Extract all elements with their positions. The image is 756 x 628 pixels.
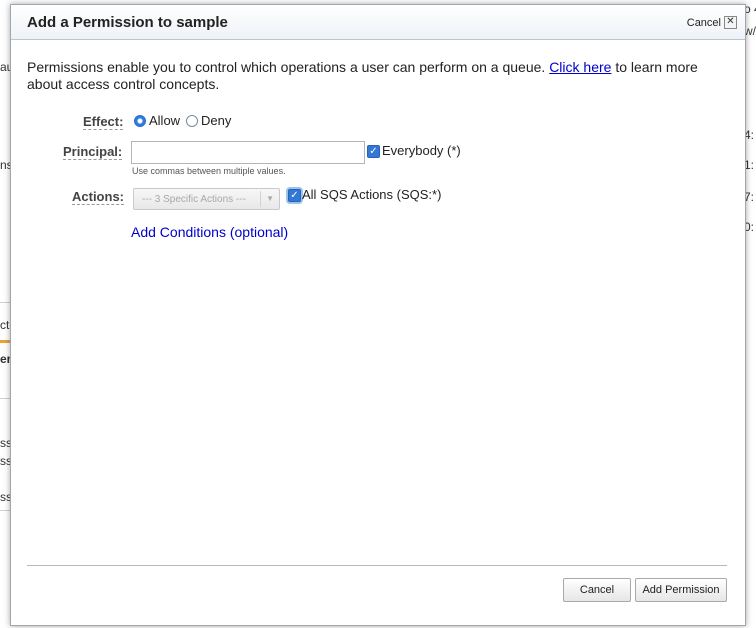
intro-text: Permissions enable you to control which …: [27, 59, 717, 93]
intro-text-before: Permissions enable you to control which …: [27, 59, 546, 75]
backdrop-divider: [0, 398, 10, 399]
principal-hint: Use commas between multiple values.: [132, 166, 286, 176]
backdrop-text: er: [0, 352, 10, 366]
effect-deny-radio[interactable]: [186, 115, 198, 127]
all-sqs-actions-label[interactable]: All SQS Actions (SQS:*): [302, 187, 441, 202]
backdrop-text: ctc: [0, 318, 10, 332]
backdrop-accent: [0, 340, 10, 343]
close-icon[interactable]: ✕: [724, 16, 737, 29]
chevron-down-icon: ▼: [266, 194, 274, 203]
backdrop-text: ss: [0, 436, 10, 450]
effect-label: Effect:: [83, 114, 124, 130]
backdrop-text: ss: [0, 454, 10, 468]
actions-label: Actions:: [72, 189, 124, 205]
effect-allow-radio[interactable]: [134, 115, 146, 127]
all-sqs-actions-checkbox[interactable]: ✓: [288, 189, 301, 202]
add-permission-dialog: Add a Permission to sample Cancel ✕ Perm…: [10, 4, 746, 626]
cancel-button[interactable]: Cancel: [563, 578, 631, 602]
backdrop-text: au: [0, 60, 10, 74]
backdrop-text: ns: [0, 158, 10, 172]
actions-select[interactable]: --- 3 Specific Actions --- ▼: [133, 188, 280, 210]
select-divider: [260, 191, 261, 207]
backdrop-divider: [0, 302, 10, 303]
backdrop-text: ssi: [0, 490, 10, 504]
effect-deny-label[interactable]: Deny: [201, 113, 231, 128]
principal-input[interactable]: [131, 141, 365, 164]
header-cancel-link[interactable]: Cancel: [687, 17, 721, 29]
add-permission-button[interactable]: Add Permission: [635, 578, 727, 602]
actions-select-value: --- 3 Specific Actions ---: [142, 194, 246, 205]
everybody-checkbox[interactable]: ✓: [367, 145, 380, 158]
principal-label: Principal:: [63, 144, 123, 160]
dialog-title: Add a Permission to sample: [27, 14, 228, 31]
learn-more-link[interactable]: Click here: [549, 59, 611, 75]
dialog-header: Add a Permission to sample Cancel ✕: [11, 5, 745, 40]
backdrop-divider: [0, 510, 10, 511]
effect-allow-label[interactable]: Allow: [149, 113, 180, 128]
add-conditions-link[interactable]: Add Conditions (optional): [131, 224, 288, 240]
everybody-label[interactable]: Everybody (*): [382, 143, 461, 158]
footer-divider: [27, 565, 727, 566]
